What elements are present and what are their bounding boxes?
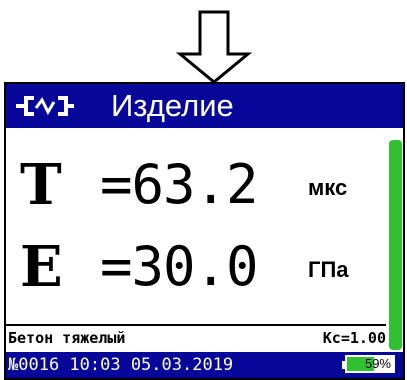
measurement-value: =30.0 [100,235,259,298]
device-screen: Изделие T =63.2 мкс E =30.0 ГПа Бетон тя… [4,82,405,380]
header-bar: Изделие [6,84,403,128]
measurement-value: =63.2 [100,153,259,216]
measurement-unit: ГПа [308,257,349,282]
page-title: Изделие [111,88,234,123]
page: Изделие T =63.2 мкс E =30.0 ГПа Бетон тя… [0,0,407,380]
status-bar: №0016 10:03 05.03.2019 59% [6,352,403,378]
status-text: №0016 10:03 05.03.2019 [8,355,234,375]
material-row: Бетон тяжелый Кс=1.00 [6,324,386,352]
coefficient-value: Кс=1.00 [322,329,386,347]
level-indicator-bar [389,140,402,350]
material-name: Бетон тяжелый [8,329,126,347]
down-arrow-icon [176,10,252,84]
measurement-symbol: T [20,152,62,218]
battery-icon: 59% [342,355,395,373]
probe-icon [16,96,74,116]
measurement-symbol: E [20,234,63,300]
battery-terminal [342,361,345,369]
battery-label: 59% [364,356,391,371]
measurement-unit: мкс [308,175,348,200]
